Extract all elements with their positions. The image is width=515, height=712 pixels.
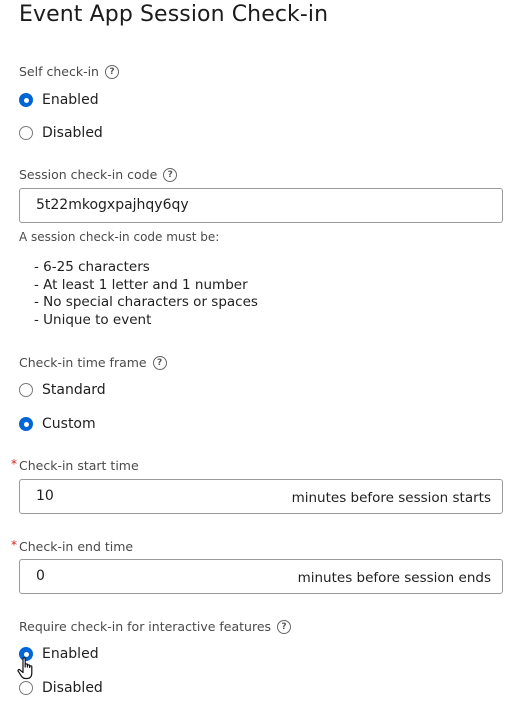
end-time-label: * Check-in end time	[11, 537, 134, 555]
start-time-label: * Check-in start time	[11, 456, 139, 474]
rule-item: - Unique to event	[34, 312, 152, 329]
rule-item: - At least 1 letter and 1 number	[34, 276, 248, 293]
radio-selected-icon[interactable]	[19, 93, 33, 107]
help-icon[interactable]: ?	[277, 619, 292, 634]
start-time-label-text: Check-in start time	[19, 458, 139, 473]
hand-pointer-icon	[17, 657, 33, 680]
option-label: Enabled	[42, 92, 99, 108]
self-checkin-disabled-option[interactable]: Disabled	[19, 125, 103, 141]
radio-selected-icon[interactable]	[19, 417, 33, 431]
interactive-label: Require check-in for interactive feature…	[19, 619, 292, 634]
timeframe-label: Check-in time frame ?	[19, 355, 167, 370]
required-marker: *	[11, 537, 17, 552]
session-code-label-text: Session check-in code	[19, 167, 158, 182]
self-checkin-enabled-option[interactable]: Enabled	[19, 92, 99, 108]
option-label: Disabled	[42, 125, 103, 141]
start-time-value: 10	[36, 488, 54, 504]
rule-item: - No special characters or spaces	[34, 294, 258, 311]
help-icon[interactable]: ?	[152, 355, 167, 370]
self-checkin-label: Self check-in ?	[19, 64, 119, 79]
session-code-input[interactable]: 5t22mkogxpajhqy6qy	[19, 188, 503, 223]
option-label: Enabled	[42, 646, 99, 662]
session-code-value: 5t22mkogxpajhqy6qy	[36, 197, 189, 213]
interactive-disabled-option[interactable]: Disabled	[19, 680, 103, 696]
end-time-value: 0	[36, 568, 45, 584]
self-checkin-label-text: Self check-in	[19, 64, 99, 79]
rule-item: - 6-25 characters	[34, 259, 150, 275]
session-code-note: A session check-in code must be:	[19, 230, 220, 244]
help-icon[interactable]: ?	[163, 167, 178, 182]
option-label: Custom	[42, 416, 96, 432]
session-code-rules: - 6-25 characters - At least 1 letter an…	[34, 259, 258, 330]
option-label: Disabled	[42, 680, 103, 696]
timeframe-custom-option[interactable]: Custom	[19, 416, 96, 432]
interactive-label-text: Require check-in for interactive feature…	[19, 619, 272, 634]
start-time-input[interactable]: 10 minutes before session starts	[19, 479, 503, 514]
required-marker: *	[11, 456, 17, 471]
end-time-suffix: minutes before session ends	[297, 570, 491, 586]
page-title: Event App Session Check-in	[19, 2, 329, 27]
help-icon[interactable]: ?	[104, 64, 119, 79]
start-time-suffix: minutes before session starts	[291, 490, 491, 506]
option-label: Standard	[42, 382, 106, 398]
radio-unselected-icon[interactable]	[19, 383, 33, 397]
radio-unselected-icon[interactable]	[19, 126, 33, 140]
radio-unselected-icon[interactable]	[19, 681, 33, 695]
timeframe-standard-option[interactable]: Standard	[19, 382, 106, 398]
timeframe-label-text: Check-in time frame	[19, 355, 147, 370]
session-code-label: Session check-in code ?	[19, 167, 178, 182]
end-time-label-text: Check-in end time	[19, 539, 134, 554]
end-time-input[interactable]: 0 minutes before session ends	[19, 559, 503, 594]
